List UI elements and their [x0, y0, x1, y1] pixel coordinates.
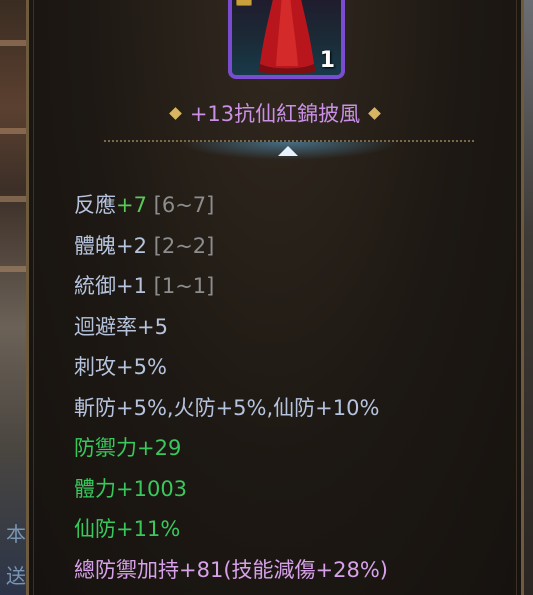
stat-row: 統御+1 [1~1]: [74, 266, 514, 307]
item-tooltip-panel: 1 +13抗仙紅錦披風 反應+7 [6~7] 體魄+2 [2~2] 統御+1 […: [26, 0, 524, 595]
stat-range: [2~2]: [153, 233, 215, 258]
stat-row: 體魄+2 [2~2]: [74, 226, 514, 267]
stat-row: 斬防+5%,火防+5%,仙防+10%: [74, 395, 380, 420]
stat-list: 反應+7 [6~7] 體魄+2 [2~2] 統御+1 [1~1] 迴避率+5 刺…: [74, 185, 514, 590]
stat-range: [1~1]: [153, 274, 215, 298]
stat-bonus: +2: [116, 233, 147, 258]
stat-bonus: +1: [116, 274, 147, 298]
stat-row: 迴避率+5: [74, 314, 168, 339]
item-title-row: +13抗仙紅錦披風: [29, 96, 521, 130]
diamond-icon: [368, 106, 382, 120]
stat-row-set-bonus: 總防禦加持+81(技能減傷+28%): [74, 557, 388, 582]
background-scene-right: [523, 0, 533, 595]
stat-label: 統御: [74, 274, 116, 298]
stat-range: [6~7]: [153, 193, 215, 217]
stat-row-enhanced: 防禦力+29: [74, 436, 182, 460]
stat-row-enhanced: 仙防+11%: [74, 517, 181, 541]
item-title: +13抗仙紅錦披風: [189, 102, 361, 126]
stat-row: 刺攻+5%: [74, 355, 167, 379]
item-icon-frame[interactable]: 1: [228, 0, 345, 79]
stat-label: 反應: [74, 193, 116, 217]
stat-row-enhanced: 體力+1003: [74, 476, 188, 501]
item-stack-count: 1: [319, 48, 335, 73]
stat-row: 反應+7 [6~7]: [74, 185, 514, 226]
stat-bonus: +7: [116, 193, 147, 217]
caret-up-icon: [278, 146, 298, 156]
diamond-icon: [168, 106, 182, 120]
stat-label: 體魄: [74, 233, 116, 258]
